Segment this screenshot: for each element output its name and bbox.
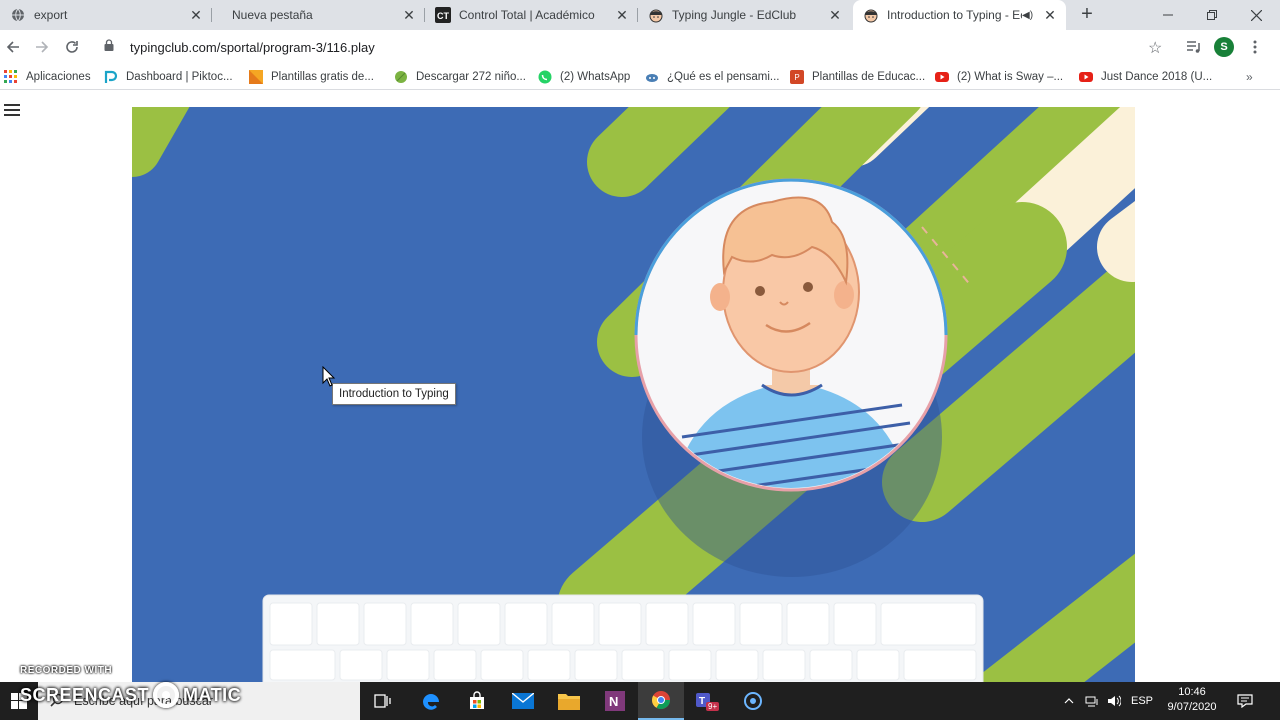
tab-strip: export ✕ Nueva pestaña ✕ CT Control Tota… xyxy=(0,0,1280,30)
store-icon[interactable] xyxy=(454,682,500,720)
show-hidden-icons-icon[interactable] xyxy=(1060,682,1078,720)
watermark-left: SCREENCAST xyxy=(20,684,150,705)
tab-control-total[interactable]: CT Control Total | Académico ✕ xyxy=(425,0,638,30)
bookmark-label: Descargar 272 niño... xyxy=(416,71,526,83)
notifications-icon[interactable] xyxy=(1232,682,1258,720)
teams-icon[interactable]: T 9+ xyxy=(684,682,730,720)
bookmark-whatsapp[interactable]: (2) WhatsApp xyxy=(538,69,630,85)
edge-icon[interactable] xyxy=(408,682,454,720)
system-clock[interactable]: 10:46 9/07/2020 xyxy=(1160,685,1224,715)
powerpoint-icon: P xyxy=(790,70,804,84)
youtube-icon xyxy=(935,70,949,84)
bookmark-plantillas-educacion[interactable]: P Plantillas de Educac... xyxy=(790,69,925,85)
mouse-cursor-icon xyxy=(322,366,336,387)
screencast-logo-icon xyxy=(153,682,180,708)
hamburger-menu-icon[interactable] xyxy=(4,104,20,116)
minimize-button[interactable] xyxy=(1146,0,1190,30)
svg-text:N: N xyxy=(609,694,618,709)
bookmarks-bar: Aplicaciones Dashboard | Piktoc... Plant… xyxy=(0,64,1280,90)
svg-text:CT: CT xyxy=(437,11,449,21)
apps-grid-icon xyxy=(4,70,18,84)
bookmark-label: Aplicaciones xyxy=(26,71,91,83)
mail-icon[interactable] xyxy=(500,682,546,720)
browser-toolbar: typingclub.com/sportal/program-3/116.pla… xyxy=(0,30,1280,64)
edclub-face-icon xyxy=(863,7,879,23)
bookmark-label: Plantillas de Educac... xyxy=(812,71,926,83)
forward-button[interactable] xyxy=(31,36,53,58)
chrome-icon[interactable] xyxy=(638,682,684,720)
bookmark-piktochart[interactable]: Dashboard | Piktoc... xyxy=(104,69,233,85)
bookmark-just-dance[interactable]: Just Dance 2018 (U... xyxy=(1079,69,1212,85)
bookmark-descargar[interactable]: Descargar 272 niño... xyxy=(394,69,526,85)
bookmark-que-es-el-pensamiento[interactable]: ¿Qué es el pensami... xyxy=(645,69,780,85)
language-indicator[interactable]: ESP xyxy=(1128,682,1156,720)
file-explorer-icon[interactable] xyxy=(546,682,592,720)
bookmark-plantillas-gratis[interactable]: Plantillas gratis de... xyxy=(249,69,374,85)
media-control-icon[interactable] xyxy=(1185,38,1203,56)
clock-time: 10:46 xyxy=(1178,686,1206,698)
tab-introduction-to-typing[interactable]: Introduction to Typing - Ec ◀) ✕ xyxy=(853,0,1066,30)
close-window-button[interactable] xyxy=(1234,0,1278,30)
close-icon[interactable]: ✕ xyxy=(188,7,204,23)
lesson-tooltip: Introduction to Typing xyxy=(332,383,456,405)
task-view-icon[interactable] xyxy=(360,682,406,720)
clock-date: 9/07/2020 xyxy=(1167,701,1217,713)
watermark-recorded-with: RECORDED WITH xyxy=(20,665,113,676)
tab-label: Nueva pestaña xyxy=(232,8,313,22)
bookmark-star-icon[interactable]: ☆ xyxy=(1148,38,1162,58)
tab-label: export xyxy=(34,8,68,22)
tab-label: Control Total | Académico xyxy=(459,8,595,22)
bookmark-label: (2) WhatsApp xyxy=(560,71,631,83)
youtube-icon xyxy=(1079,70,1093,84)
tab-typing-jungle[interactable]: Typing Jungle - EdClub ✕ xyxy=(638,0,851,30)
close-icon[interactable]: ✕ xyxy=(1042,7,1058,23)
close-icon[interactable]: ✕ xyxy=(827,7,843,23)
bookmark-label: Just Dance 2018 (U... xyxy=(1101,71,1213,83)
tab-new-tab[interactable]: Nueva pestaña ✕ xyxy=(212,0,425,30)
network-icon[interactable] xyxy=(1082,682,1102,720)
speaker-icon[interactable]: ◀) xyxy=(1022,10,1036,21)
lesson-intro-stage xyxy=(132,107,1135,682)
address-bar[interactable]: typingclub.com/sportal/program-3/116.pla… xyxy=(96,33,1176,61)
lock-icon xyxy=(104,38,118,56)
bookmark-label: (2) What is Sway –... xyxy=(957,71,1064,83)
piktochart-icon xyxy=(104,70,118,84)
back-button[interactable] xyxy=(2,36,24,58)
edclub-face-icon xyxy=(648,7,664,23)
reload-button[interactable] xyxy=(61,36,83,58)
leaf-icon xyxy=(394,70,408,84)
close-icon[interactable]: ✕ xyxy=(614,7,630,23)
watermark-right: MATIC xyxy=(183,684,242,705)
slidesgo-icon xyxy=(249,70,263,84)
cloud-icon xyxy=(645,70,659,84)
bookmark-label: Dashboard | Piktoc... xyxy=(126,71,233,83)
svg-text:T: T xyxy=(699,696,705,707)
menu-kebab-icon[interactable] xyxy=(1246,38,1264,56)
globe-icon xyxy=(10,7,26,23)
tab-export[interactable]: export ✕ xyxy=(0,0,212,30)
onenote-icon[interactable]: N xyxy=(592,682,638,720)
screencast-o-matic-watermark: SCREENCAST MATIC xyxy=(20,682,241,708)
ct-logo-icon: CT xyxy=(435,7,451,23)
close-icon[interactable]: ✕ xyxy=(401,7,417,23)
volume-icon[interactable] xyxy=(1104,682,1124,720)
bookmark-label: ¿Qué es el pensami... xyxy=(667,71,780,83)
bookmark-what-is-sway[interactable]: (2) What is Sway –... xyxy=(935,69,1063,85)
whatsapp-icon xyxy=(538,70,552,84)
more-bookmarks-icon[interactable]: » xyxy=(1246,70,1253,84)
tab-label: Introduction to Typing - Ec xyxy=(887,8,1022,22)
new-tab-button[interactable]: + xyxy=(1076,4,1098,26)
tab-label: Typing Jungle - EdClub xyxy=(672,8,797,22)
restore-button[interactable] xyxy=(1190,0,1234,30)
lesson-illustration xyxy=(132,107,1135,682)
page-content xyxy=(0,90,1280,682)
bookmark-apps[interactable]: Aplicaciones xyxy=(4,69,91,85)
url-text[interactable]: typingclub.com/sportal/program-3/116.pla… xyxy=(130,40,375,55)
profile-avatar[interactable]: S xyxy=(1214,37,1234,57)
bookmark-label: Plantillas gratis de... xyxy=(271,71,374,83)
screencast-icon[interactable] xyxy=(730,682,776,720)
teams-badge: 9+ xyxy=(706,702,720,711)
